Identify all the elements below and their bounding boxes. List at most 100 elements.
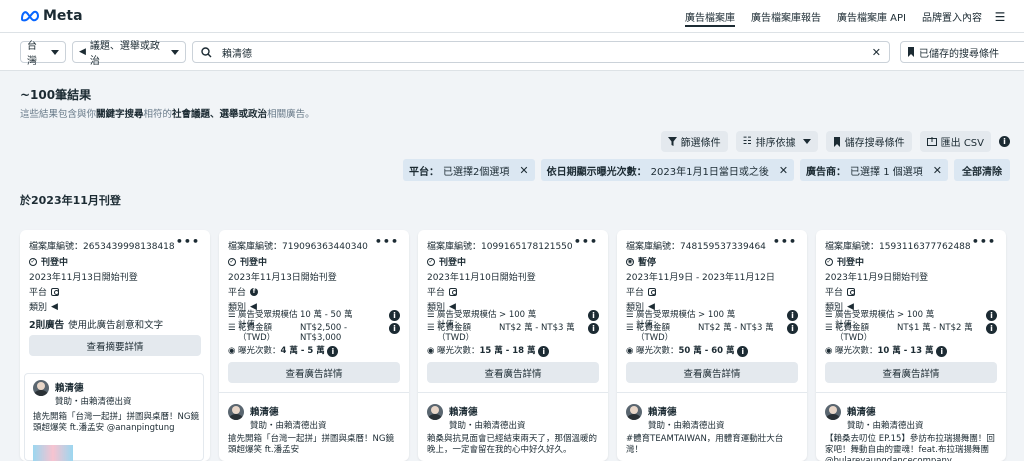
avatar[interactable] <box>33 380 49 396</box>
clear-all-filters-button[interactable]: 全部清除 <box>954 159 1010 181</box>
filter-chip-platform[interactable]: 平台： 已選擇2個選項 ✕ <box>403 159 535 181</box>
info-icon[interactable]: i <box>588 310 599 321</box>
info-icon[interactable]: i <box>986 323 997 334</box>
filter-icon <box>667 137 677 146</box>
meta-infinity-icon <box>20 10 40 22</box>
facebook-icon: f <box>250 287 259 296</box>
money-icon: ☰ <box>427 323 435 333</box>
eye-icon: ◉ <box>825 346 833 356</box>
chevron-down-icon <box>802 139 811 144</box>
search-query: 賴清德 <box>222 48 252 60</box>
status: 刊登中 <box>439 258 467 268</box>
nav-link-ad-library-report[interactable]: 廣告檔案庫報告 <box>743 0 829 33</box>
advertiser-header: 賴清德 贊助・由賴清德出資 <box>228 404 327 431</box>
more-options-icon[interactable]: ••• <box>375 235 399 248</box>
remove-filter-icon[interactable]: ✕ <box>779 164 788 177</box>
category-select[interactable]: ◀ 議題、選舉或政治 <box>72 41 186 67</box>
search-input[interactable]: 賴清德 ✕ <box>192 41 890 63</box>
status: 刊登中 <box>837 258 865 268</box>
filter-chip-impressions-date[interactable]: 依日期顯示曝光次數： 2023年1月1日當日或之後 ✕ <box>540 159 795 181</box>
money-icon: ☰ <box>825 323 833 333</box>
advertiser-name[interactable]: 賴清德 <box>847 404 924 418</box>
export-icon <box>926 137 937 146</box>
category-label: 類別 <box>29 303 48 313</box>
save-search-label: 儲存搜尋條件 <box>844 138 905 149</box>
advertiser-header: 賴清德 贊助・由賴清德出資 <box>427 404 526 431</box>
advertiser-name[interactable]: 賴清德 <box>250 404 327 418</box>
info-icon[interactable]: i <box>538 346 550 357</box>
sort-button[interactable]: ☷ 排序依據 <box>735 131 818 152</box>
more-options-icon[interactable]: ••• <box>972 235 996 248</box>
impressions-value: 10 萬 - 13 萬 <box>877 346 934 356</box>
info-icon[interactable]: i <box>999 136 1010 147</box>
avatar[interactable] <box>228 404 244 420</box>
chip-label: 依日期顯示曝光次數： <box>546 166 647 178</box>
nav-link-ad-library-api[interactable]: 廣告檔案庫 API <box>829 0 914 33</box>
nav-link-ad-library[interactable]: 廣告檔案庫 <box>677 0 743 33</box>
info-icon[interactable]: i <box>787 323 798 334</box>
status-row: ✓ 刊登中 <box>825 255 864 268</box>
see-summary-details-button[interactable]: 查看摘要詳情 <box>29 335 201 356</box>
impressions-value: 50 萬 - 60 萬 <box>678 346 735 356</box>
country-select[interactable]: 台灣 <box>20 41 66 67</box>
ad-card: 檔案庫編號：1099165178121550 ••• ✓ 刊登中 2023年11月… <box>418 230 608 461</box>
sponsor-line: 贊助・由賴清德出資 <box>847 421 924 431</box>
remove-filter-icon[interactable]: ✕ <box>933 164 942 177</box>
impressions-label: 曝光次數： <box>835 346 878 356</box>
info-icon[interactable]: i <box>327 346 339 357</box>
save-search-button[interactable]: 儲存搜尋條件 <box>825 131 912 152</box>
instagram-icon <box>648 287 657 296</box>
meta-logo[interactable]: Meta <box>20 8 83 24</box>
note-text: 使用此廣告創意和文字 <box>68 320 164 331</box>
run-date: 2023年11月13日開始刊登 <box>228 273 337 283</box>
advertiser-name[interactable]: 賴清德 <box>55 380 132 394</box>
remove-filter-icon[interactable]: ✕ <box>519 164 528 177</box>
chip-value: 2023年1月1日當日或之後 <box>650 166 769 178</box>
spend-metric: ☰ 花費金額（TWD） NT$2,500 - NT$3,000 i <box>228 323 400 343</box>
audience-icon: ☰ <box>626 310 634 320</box>
info-icon[interactable]: i <box>588 323 599 334</box>
more-options-icon[interactable]: ••• <box>773 235 797 248</box>
nav-link-branded-content[interactable]: 品牌置入內容 <box>914 0 990 33</box>
avatar[interactable] <box>825 404 841 420</box>
see-ad-details-button[interactable]: 查看廣告詳情 <box>825 362 997 383</box>
info-icon[interactable]: i <box>737 346 749 357</box>
divider <box>418 392 608 393</box>
chevron-down-icon <box>171 49 179 55</box>
spend-value: NT$2,500 - NT$3,000 <box>300 323 348 343</box>
export-csv-button[interactable]: 匯出 CSV <box>919 131 991 152</box>
impressions-metric: ◉ 曝光次數： 10 萬 - 13 萬 i <box>825 346 997 357</box>
advertiser-name[interactable]: 賴清德 <box>648 404 725 418</box>
status: 刊登中 <box>41 258 69 268</box>
category-row: 類別 ◀ <box>29 300 58 314</box>
info-icon[interactable]: i <box>986 310 997 321</box>
more-options-icon[interactable]: ••• <box>574 235 598 248</box>
info-icon[interactable]: i <box>389 310 400 321</box>
money-icon: ☰ <box>626 323 634 333</box>
filter-chip-advertiser[interactable]: 廣告商： 已選擇 1 個選項 ✕ <box>800 159 948 181</box>
avatar[interactable] <box>626 404 642 420</box>
info-icon[interactable]: i <box>389 323 400 334</box>
see-ad-details-button[interactable]: 查看廣告詳情 <box>228 362 400 383</box>
spend-value: NT$2 萬 - NT$3 萬 <box>698 323 774 333</box>
see-ad-details-button[interactable]: 查看廣告詳情 <box>626 362 798 383</box>
run-date: 2023年11月10日開始刊登 <box>427 273 536 283</box>
ad-image[interactable] <box>33 445 73 461</box>
platform-row: 平台 <box>626 285 657 298</box>
see-ad-details-button[interactable]: 查看廣告詳情 <box>427 362 599 383</box>
ad-preview: 賴清德 贊助・由賴清德出資 搶先開箱「台灣一起拼」拼圖與桌曆！NG鏡頭超爆笑 f… <box>24 373 204 461</box>
spend-metric: ☰ 花費金額（TWD） NT$1 萬 - NT$2 萬 i <box>825 323 997 343</box>
advertiser-header: 賴清德 贊助・由賴清德出資 <box>626 404 725 431</box>
info-icon[interactable]: i <box>936 346 948 357</box>
note-count: 2則廣告 <box>29 320 65 331</box>
avatar[interactable] <box>427 404 443 420</box>
advertiser-name[interactable]: 賴清德 <box>449 404 526 418</box>
filters-button[interactable]: 篩選條件 <box>660 131 728 152</box>
menu-icon[interactable]: ☰ <box>990 0 1010 33</box>
info-icon[interactable]: i <box>787 310 798 321</box>
more-options-icon[interactable]: ••• <box>176 235 200 248</box>
saved-searches-button[interactable]: 已儲存的搜尋條件 <box>900 41 1024 63</box>
clear-search-icon[interactable]: ✕ <box>872 46 881 59</box>
results-toolbar: 篩選條件 ☷ 排序依據 儲存搜尋條件 匯出 CSV i <box>660 131 1010 152</box>
spend-metric: ☰ 花費金額（TWD） NT$2 萬 - NT$3 萬 i <box>427 323 599 343</box>
